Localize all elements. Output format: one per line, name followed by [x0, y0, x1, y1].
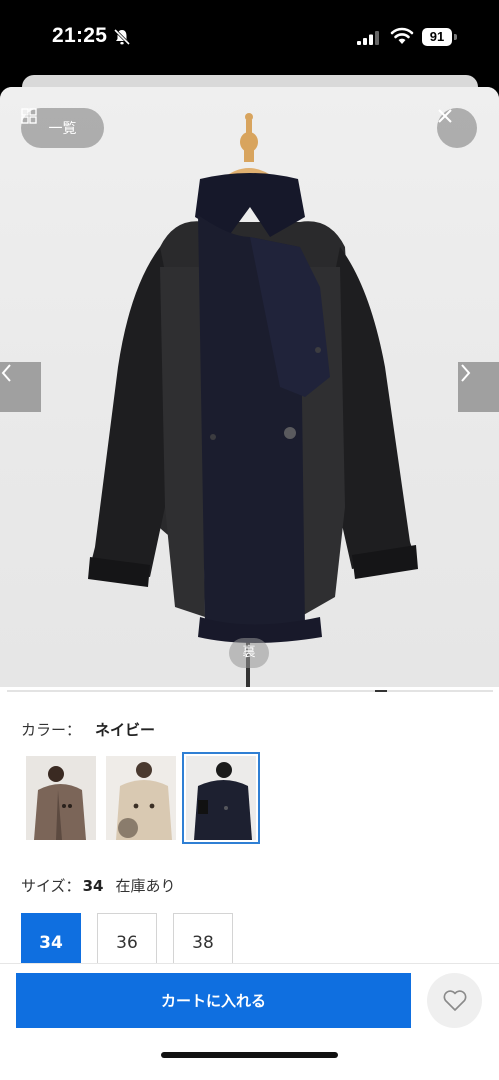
status-bar: 21:25 91 — [0, 0, 499, 78]
close-icon — [438, 109, 452, 123]
swatch-image-beige — [106, 756, 176, 840]
swatch-image-navy — [186, 756, 256, 840]
color-row: カラー： ネイビー — [21, 719, 155, 740]
swatch-image-brown — [26, 756, 96, 840]
previous-image-button[interactable] — [0, 362, 41, 412]
chevron-right-icon — [461, 364, 471, 382]
heart-icon — [443, 989, 466, 1011]
color-swatch-beige[interactable] — [106, 756, 176, 840]
color-swatch-navy[interactable] — [182, 752, 260, 844]
gallery-scroll-track — [7, 690, 493, 692]
battery-tip — [454, 34, 457, 40]
bell-slash-icon — [113, 28, 131, 46]
product-photo[interactable]: 一覧 裏 — [0, 87, 499, 687]
next-image-button[interactable] — [458, 362, 499, 412]
back-view-button[interactable]: 裏 — [229, 638, 269, 668]
size-label: サイズ： — [21, 877, 81, 895]
size-row: サイズ： 34 在庫あり — [21, 875, 175, 896]
gallery-scroll-thumb — [375, 690, 387, 692]
list-view-button[interactable]: 一覧 — [21, 108, 104, 148]
add-to-cart-button[interactable]: カートに入れる — [16, 973, 411, 1028]
size-value: 34 — [82, 877, 104, 895]
cellular-signal-icon — [357, 31, 379, 45]
favorite-button[interactable] — [427, 973, 482, 1028]
stock-status: 在庫あり — [115, 877, 176, 895]
chevron-left-icon — [1, 364, 11, 382]
product-sheet: 一覧 裏 カラー： ネイビー サイズ： 34 在庫あり 34 36 38 カート… — [0, 87, 499, 1080]
grid-icon — [21, 108, 37, 124]
color-label: カラー： — [21, 721, 82, 739]
color-value: ネイビー — [95, 721, 156, 739]
home-indicator — [161, 1052, 338, 1058]
coat-image — [88, 113, 418, 687]
list-view-label: 一覧 — [48, 121, 77, 137]
close-button[interactable] — [437, 108, 477, 148]
battery-indicator: 91 — [422, 28, 452, 46]
wifi-icon — [390, 27, 414, 44]
bottom-action-bar: カートに入れる — [0, 963, 499, 1080]
clock: 21:25 — [52, 24, 108, 47]
color-swatch-brown[interactable] — [26, 756, 96, 840]
